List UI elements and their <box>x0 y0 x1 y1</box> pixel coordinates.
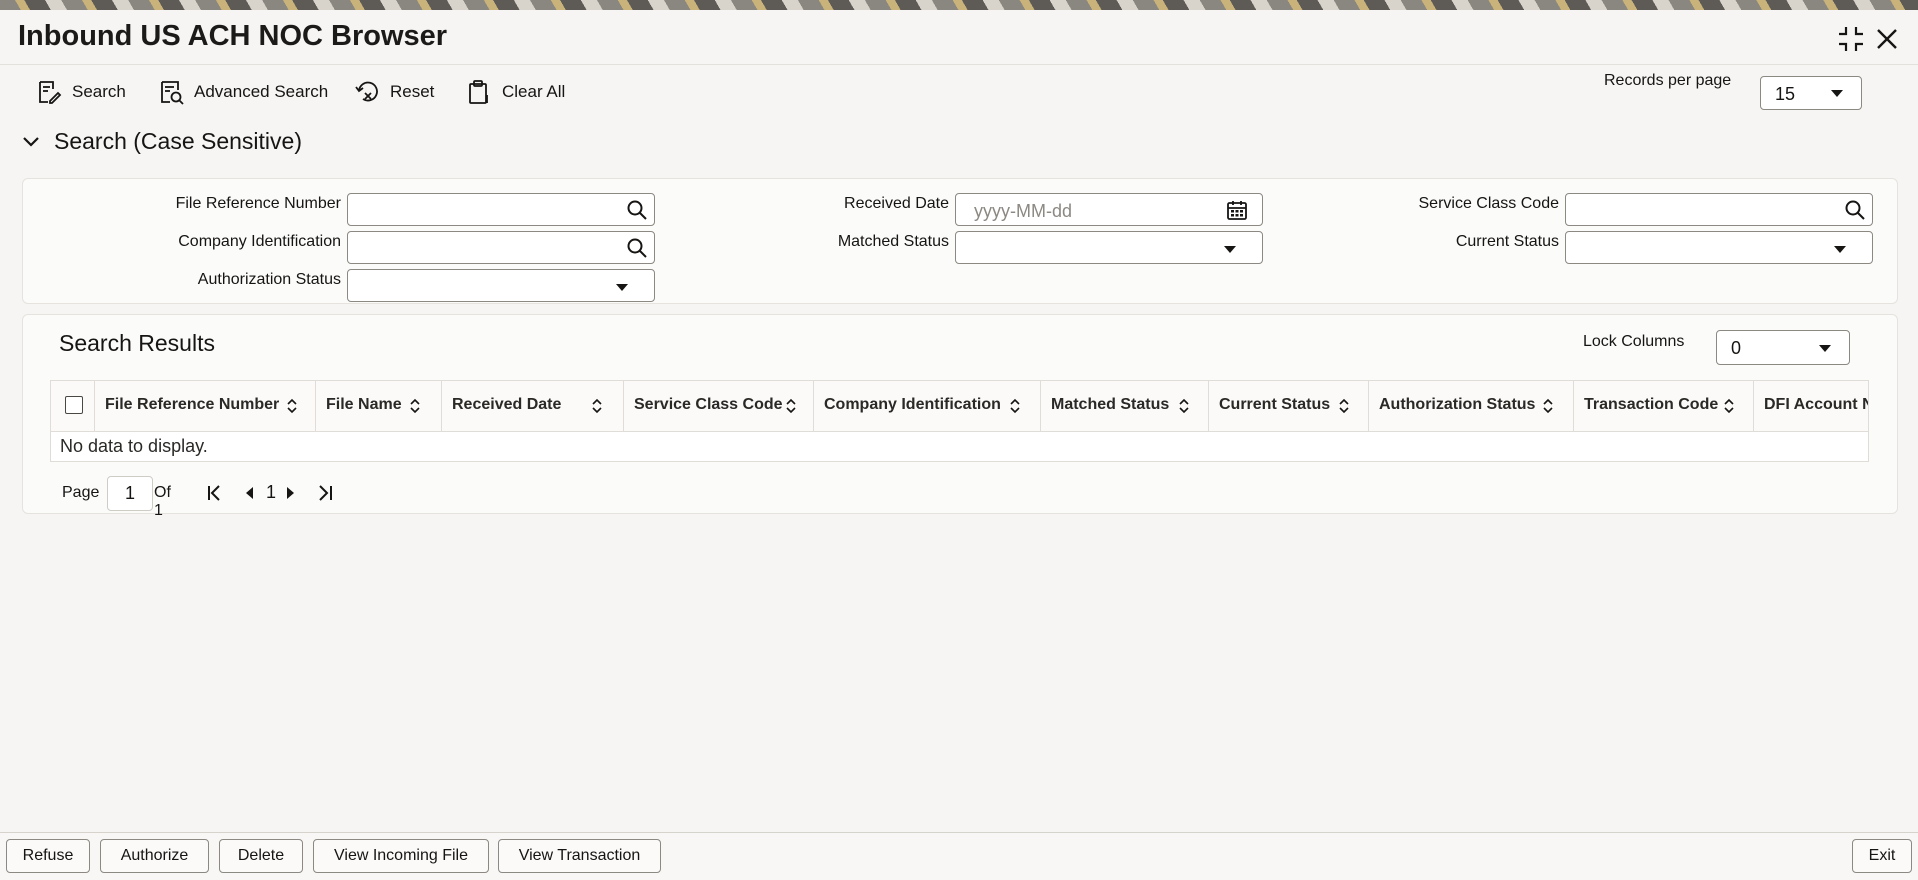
column-file-reference-number[interactable]: File Reference Number <box>95 381 316 431</box>
column-authorization-status[interactable]: Authorization Status <box>1369 381 1574 431</box>
chevron-down-icon <box>23 136 39 147</box>
select-all-column <box>51 381 95 431</box>
service-class-code-input[interactable] <box>1565 193 1873 226</box>
sort-icon[interactable] <box>1337 397 1351 415</box>
column-company-identification[interactable]: Company Identification <box>814 381 1041 431</box>
reset-label: Reset <box>390 82 435 101</box>
column-transaction-code[interactable]: Transaction Code <box>1574 381 1754 431</box>
delete-button[interactable]: Delete <box>219 839 303 873</box>
page-title: Inbound US ACH NOC Browser <box>18 20 448 52</box>
page-label: Page <box>62 484 100 501</box>
last-page-icon[interactable] <box>314 482 336 504</box>
search-icon[interactable] <box>626 199 648 221</box>
advanced-search-icon <box>161 81 184 105</box>
first-page-icon[interactable] <box>204 482 226 504</box>
header-banner <box>0 0 1918 10</box>
chevron-down-icon <box>1831 90 1843 97</box>
current-status-label: Current Status <box>1455 233 1559 250</box>
column-received-date[interactable]: Received Date <box>442 381 624 431</box>
clipboard-icon <box>469 80 488 104</box>
search-button-label: Search <box>72 82 126 101</box>
clear-all-button[interactable]: Clear All <box>466 76 565 108</box>
chevron-down-icon <box>616 284 628 291</box>
reset-icon <box>355 81 378 102</box>
column-current-status[interactable]: Current Status <box>1209 381 1369 431</box>
page-number-input[interactable]: 1 <box>107 476 153 511</box>
empty-message: No data to display. <box>60 436 208 456</box>
next-page-icon[interactable] <box>280 482 302 504</box>
reset-button[interactable]: Reset <box>354 76 434 108</box>
lock-columns-label: Lock Columns <box>1583 333 1685 350</box>
sort-icon[interactable] <box>1541 397 1555 415</box>
search-form-icon <box>39 81 62 104</box>
table-header: File Reference Number File Name Received… <box>51 381 1868 432</box>
search-icon[interactable] <box>1844 199 1866 221</box>
view-transaction-button[interactable]: View Transaction <box>498 839 661 873</box>
column-matched-status[interactable]: Matched Status <box>1041 381 1209 431</box>
received-date-input[interactable]: yyyy-MM-dd <box>955 193 1263 226</box>
advanced-search-label: Advanced Search <box>194 82 329 101</box>
company-identification-label: Company Identification <box>178 233 341 250</box>
sort-icon[interactable] <box>1008 397 1022 415</box>
authorization-status-label: Authorization Status <box>197 271 341 288</box>
chevron-down-icon <box>1834 246 1846 253</box>
company-identification-input[interactable] <box>347 231 655 264</box>
records-per-page-value: 15 <box>1775 84 1796 104</box>
file-reference-number-input[interactable] <box>347 193 655 226</box>
column-file-name[interactable]: File Name <box>316 381 442 431</box>
search-results-title: Search Results <box>59 330 215 356</box>
sort-icon[interactable] <box>784 397 798 415</box>
received-date-label: Received Date <box>844 195 949 212</box>
authorize-button[interactable]: Authorize <box>100 839 209 873</box>
matched-status-select[interactable] <box>955 231 1263 264</box>
matched-status-label: Matched Status <box>837 233 949 250</box>
sort-icon[interactable] <box>590 397 604 415</box>
clear-all-label: Clear All <box>502 82 566 101</box>
view-incoming-file-button[interactable]: View Incoming File <box>313 839 489 873</box>
chevron-down-icon <box>1224 246 1236 253</box>
search-section-toggle[interactable]: Search (Case Sensitive) <box>20 128 302 155</box>
title-bar: Inbound US ACH NOC Browser <box>0 10 1918 65</box>
records-per-page-select[interactable]: 15 <box>1760 76 1862 110</box>
close-icon[interactable] <box>1870 22 1904 56</box>
advanced-search-button[interactable]: Advanced Search <box>158 76 328 108</box>
sort-icon[interactable] <box>285 397 299 415</box>
records-per-page-label: Records per page <box>1604 72 1732 89</box>
received-date-placeholder: yyyy-MM-dd <box>974 201 1072 221</box>
column-dfi-account-number[interactable]: DFI Account N <box>1754 381 1868 431</box>
file-reference-number-label: File Reference Number <box>175 195 341 212</box>
calendar-icon[interactable] <box>1226 199 1248 221</box>
search-button[interactable]: Search <box>36 76 126 108</box>
sort-icon[interactable] <box>408 397 422 415</box>
lock-columns-select[interactable]: 0 <box>1716 330 1850 365</box>
column-service-class-code[interactable]: Service Class Code <box>624 381 814 431</box>
authorization-status-select[interactable] <box>347 269 655 302</box>
exit-button[interactable]: Exit <box>1852 839 1912 873</box>
previous-page-icon[interactable] <box>238 482 260 504</box>
search-section-title: Search (Case Sensitive) <box>54 128 302 154</box>
results-table: File Reference Number File Name Received… <box>50 380 1869 462</box>
sort-icon[interactable] <box>1722 397 1736 415</box>
service-class-code-label: Service Class Code <box>1418 195 1560 212</box>
search-panel: File Reference Number Company Identifica… <box>22 178 1898 304</box>
search-icon[interactable] <box>626 237 648 259</box>
chevron-down-icon <box>1819 345 1831 352</box>
lock-columns-value: 0 <box>1731 338 1742 358</box>
page-number: 1 <box>266 482 277 502</box>
page-of-label: Of 1 <box>154 484 171 519</box>
sort-icon[interactable] <box>1177 397 1191 415</box>
minimize-icon[interactable] <box>1834 22 1868 56</box>
select-all-checkbox[interactable] <box>65 396 83 414</box>
refuse-button[interactable]: Refuse <box>6 839 90 873</box>
footer-bar: Refuse Authorize Delete View Incoming Fi… <box>0 832 1918 880</box>
current-status-select[interactable] <box>1565 231 1873 264</box>
